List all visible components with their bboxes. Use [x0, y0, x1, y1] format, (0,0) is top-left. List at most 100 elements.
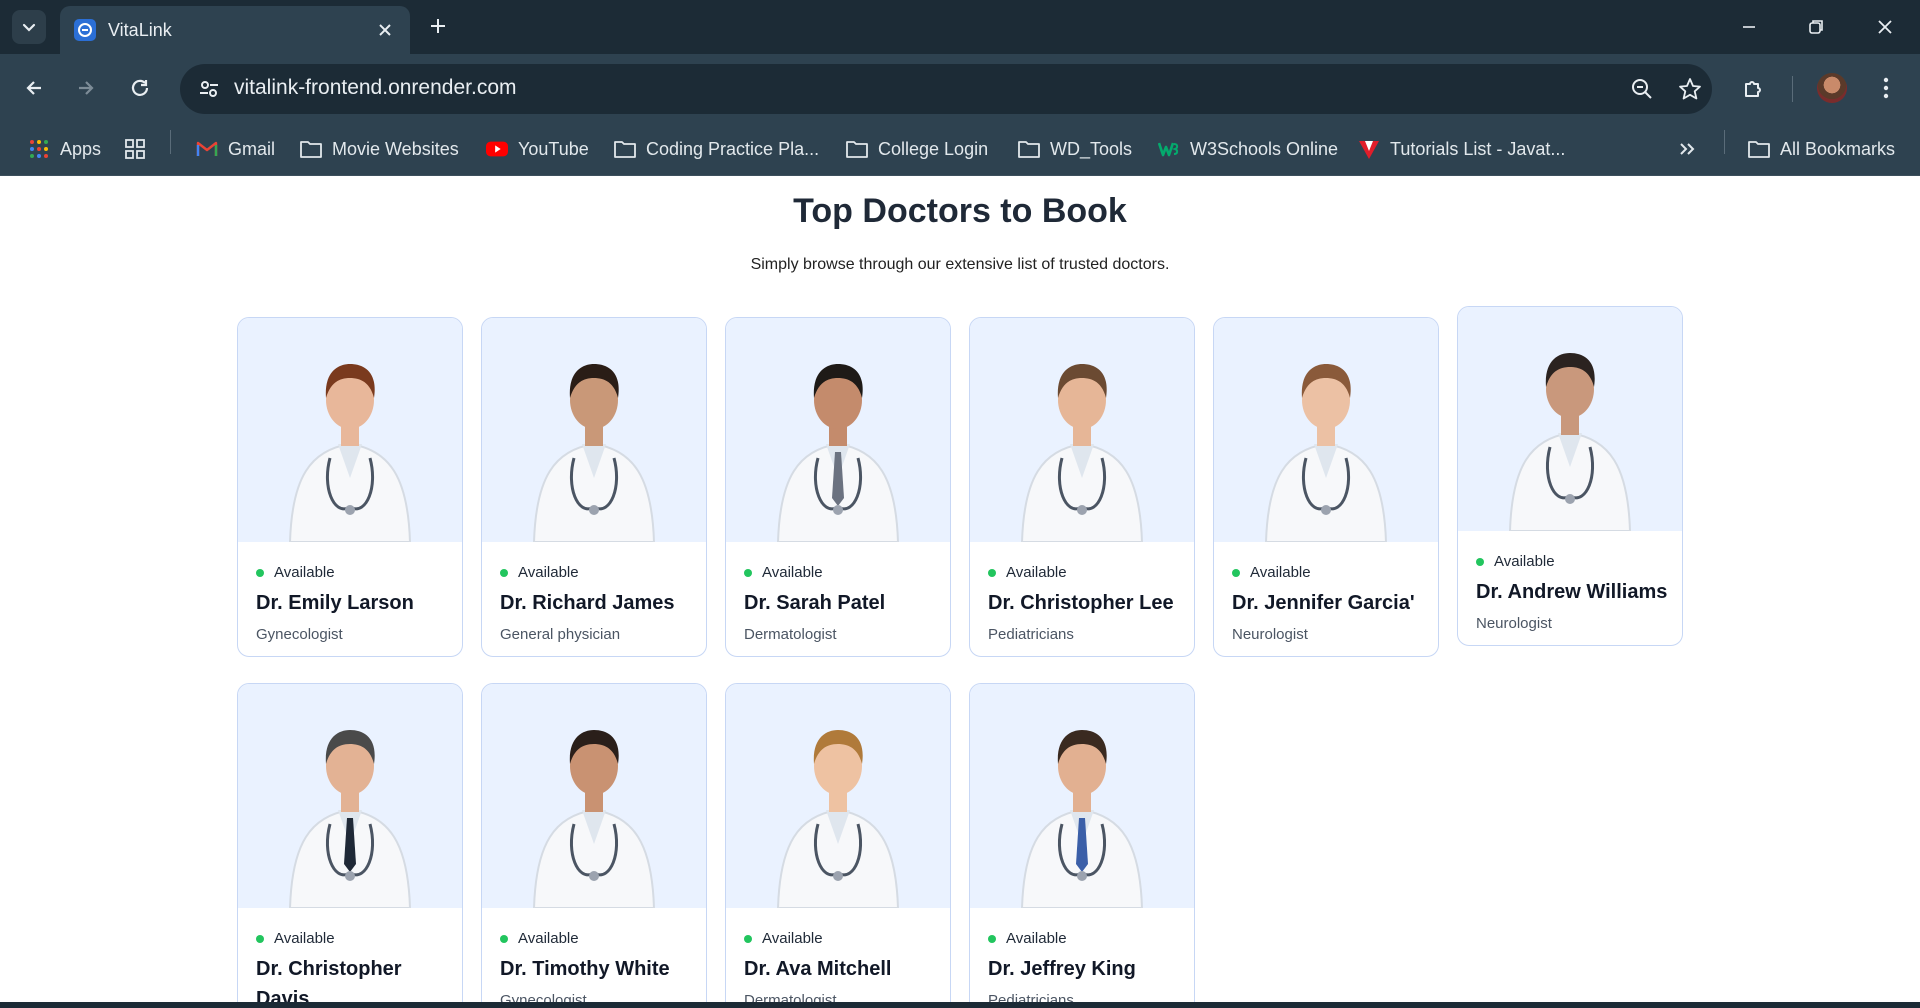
- bookmark-label: Tutorials List - Javat...: [1390, 138, 1566, 159]
- bookmark-tutorials-list[interactable]: Tutorials List - Javat...: [1358, 134, 1565, 164]
- availability-status: Available: [988, 564, 1067, 581]
- bookmark-coding-practice[interactable]: Coding Practice Pla...: [614, 134, 819, 164]
- doctor-speciality: Gynecologist: [256, 626, 343, 643]
- tune-icon: [200, 81, 218, 97]
- doctor-illustration: [1264, 364, 1388, 542]
- doctor-illustration: [1508, 353, 1632, 531]
- doctor-photo: [482, 318, 706, 542]
- bookmark-all-bookmarks[interactable]: All Bookmarks: [1748, 134, 1895, 164]
- availability-status: Available: [1232, 564, 1311, 581]
- doctor-photo: [238, 318, 462, 542]
- bookmark-wd-tools[interactable]: WD_Tools: [1018, 134, 1132, 164]
- restore-button[interactable]: [1801, 12, 1831, 42]
- doctor-photo: [726, 684, 950, 908]
- forward-button[interactable]: [70, 72, 102, 104]
- minimize-icon: [1743, 26, 1755, 28]
- availability-status: Available: [744, 564, 823, 581]
- site-info-button[interactable]: [196, 76, 222, 102]
- doctor-card[interactable]: Available Dr. Jennifer Garcia' Neurologi…: [1213, 317, 1439, 657]
- minimize-button[interactable]: [1734, 12, 1764, 42]
- availability-status: Available: [256, 564, 335, 581]
- bookmark-label: College Login: [878, 138, 989, 159]
- bookmark-label: Movie Websites: [332, 138, 459, 159]
- plus-icon: [431, 19, 445, 33]
- doctor-illustration: [1020, 730, 1144, 908]
- avatar: [1817, 73, 1847, 103]
- tab-strip: VitaLink: [0, 0, 1920, 54]
- doctor-photo: [970, 684, 1194, 908]
- w3schools-icon: [1158, 138, 1180, 160]
- doctor-card[interactable]: Available Dr. Sarah Patel Dermatologist: [725, 317, 951, 657]
- close-tab-button[interactable]: [374, 19, 396, 41]
- new-tab-button[interactable]: [424, 12, 452, 40]
- puzzle-icon: [1745, 81, 1761, 97]
- availability-status: Available: [256, 930, 335, 947]
- tab-search-button[interactable]: [12, 10, 46, 44]
- profile-button[interactable]: [1814, 70, 1850, 106]
- back-button[interactable]: [18, 72, 50, 104]
- bookmark-movie-websites[interactable]: Movie Websites: [300, 134, 459, 164]
- doctor-card[interactable]: Available Dr. Ava Mitchell Dermatologist: [725, 683, 951, 1002]
- doctor-card[interactable]: Available Dr. Timothy White Gynecologist: [481, 683, 707, 1002]
- kebab-menu-icon: [1883, 77, 1889, 99]
- doctor-card[interactable]: Available Dr. Jeffrey King Pediatricians: [969, 683, 1195, 1002]
- grid-icon: [124, 138, 146, 160]
- bookmark-label: Coding Practice Pla...: [646, 138, 820, 159]
- bookmark-youtube[interactable]: YouTube: [486, 134, 589, 164]
- doctor-card[interactable]: Available Dr. Richard James General phys…: [481, 317, 707, 657]
- tutorials-logo-icon: [1358, 138, 1380, 160]
- tab-groups-button[interactable]: [124, 134, 156, 164]
- status-dot: [744, 934, 752, 943]
- doctor-speciality: Dermatologist: [744, 626, 837, 643]
- star-icon: [1679, 78, 1701, 100]
- availability-status: Available: [1476, 553, 1555, 570]
- extensions-button[interactable]: [1736, 70, 1772, 106]
- status-dot: [500, 934, 508, 943]
- url-text[interactable]: vitalink-frontend.onrender.com: [234, 76, 517, 100]
- restore-icon: [1809, 20, 1823, 34]
- doctor-name: Dr. Christopher Davis: [256, 958, 402, 1002]
- doctor-name: Dr. Richard James: [500, 592, 675, 614]
- reload-button[interactable]: [124, 72, 156, 104]
- close-window-button[interactable]: [1870, 12, 1900, 42]
- doctor-speciality: Neurologist: [1232, 626, 1308, 643]
- doctor-illustration: [776, 730, 900, 908]
- reload-icon: [131, 79, 149, 96]
- doctor-photo: [970, 318, 1194, 542]
- more-bookmarks-button[interactable]: [1676, 134, 1708, 164]
- bookmark-apps[interactable]: Apps: [28, 134, 101, 164]
- address-bar[interactable]: vitalink-frontend.onrender.com: [180, 64, 1712, 114]
- doctor-card[interactable]: Available Dr. Emily Larson Gynecologist: [237, 317, 463, 657]
- chrome-menu-button[interactable]: [1868, 70, 1904, 106]
- taskbar-edge: [0, 1002, 1920, 1008]
- doctor-illustration: [532, 730, 656, 908]
- bookmark-college-login[interactable]: College Login: [846, 134, 988, 164]
- bookmark-label: WD_Tools: [1050, 138, 1133, 159]
- bookmark-label: Gmail: [228, 138, 276, 159]
- folder-icon: [846, 138, 868, 160]
- doctor-card[interactable]: Available Dr. Christopher Lee Pediatrici…: [969, 317, 1195, 657]
- bookmark-star-button[interactable]: [1676, 75, 1704, 103]
- doctor-card[interactable]: Available Dr. Christopher Davis: [237, 683, 463, 1002]
- bookmark-w3schools[interactable]: W3Schools Online: [1158, 134, 1338, 164]
- page-content: Top Doctors to Book Simply browse throug…: [0, 176, 1920, 1002]
- doctor-photo: [482, 684, 706, 908]
- bookmark-label: All Bookmarks: [1780, 138, 1896, 159]
- doctor-illustration: [1020, 364, 1144, 542]
- doctor-card[interactable]: Available Dr. Andrew Williams Neurologis…: [1457, 306, 1683, 646]
- doctor-photo: [1458, 307, 1682, 531]
- bookmark-gmail[interactable]: Gmail: [196, 134, 275, 164]
- active-tab[interactable]: VitaLink: [60, 6, 410, 54]
- page-subtitle: Simply browse through our extensive list…: [750, 256, 1170, 273]
- doctor-speciality: Dermatologist: [744, 992, 837, 1002]
- folder-icon: [1748, 138, 1770, 160]
- doctor-speciality: Pediatricians: [988, 992, 1074, 1002]
- doctor-name: Dr. Sarah Patel: [744, 592, 886, 614]
- doctor-name: Dr. Andrew Williams: [1476, 581, 1668, 603]
- gmail-icon: [196, 138, 218, 160]
- double-chevron-right-icon: [1676, 138, 1698, 160]
- youtube-icon: [486, 138, 508, 160]
- zoom-button[interactable]: [1628, 75, 1656, 103]
- bookmarks-bar: Apps Gmail Movie Websites YouTube Coding…: [0, 122, 1920, 176]
- doctor-illustration: [288, 730, 412, 908]
